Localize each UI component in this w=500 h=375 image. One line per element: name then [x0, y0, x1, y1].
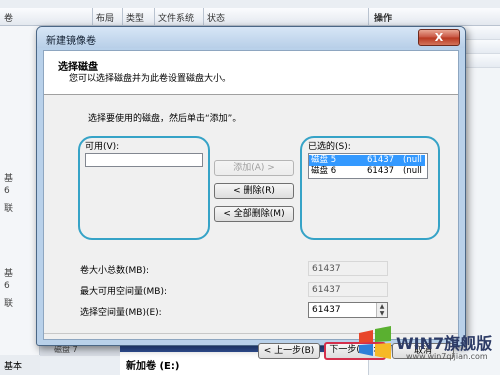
dialog-titlebar[interactable]: 新建镜像卷 X [37, 27, 465, 48]
disk-type-label: 基本 [4, 362, 23, 372]
watermark: WIN7旗舰版 www.win7qijian.com [350, 318, 500, 375]
space-amount-stepper[interactable]: 61437 ▲ ▼ [308, 302, 388, 318]
dialog-title: 新建镜像卷 [46, 36, 96, 47]
max-space-value: 61437 [308, 282, 388, 297]
actions-header: 操作 [374, 14, 393, 24]
disk-size: 61437 [367, 155, 395, 165]
selected-group: 已选的(S): 磁盘 5 61437 (null 磁盘 6 61437 (nul… [304, 137, 436, 239]
dialog-content: 选择磁盘 您可以选择磁盘并为此卷设置磁盘大小。 选择要使用的磁盘，然后单击“添加… [43, 50, 459, 360]
column-status[interactable]: 状态 [207, 11, 225, 24]
remove-button[interactable]: < 删除(R) [214, 183, 294, 199]
disk-label: 基 [4, 174, 14, 184]
volume-name: 新加卷 (E:) [126, 361, 180, 372]
chevron-up-icon[interactable]: ▲ [377, 303, 387, 310]
disk-label: 基 [4, 269, 14, 279]
selected-disk-row[interactable]: 磁盘 6 61437 (null [309, 166, 425, 177]
disk-name: 磁盘 5 [311, 155, 337, 165]
remove-all-button[interactable]: < 全部删除(M) [214, 206, 294, 222]
available-disk-list[interactable] [85, 153, 203, 167]
disk-size: 61437 [367, 166, 395, 176]
disk-label: 联 [4, 204, 14, 214]
watermark-brand: WIN7旗舰版 [396, 334, 493, 353]
disk-row-label: 基本 [0, 355, 40, 375]
select-space-label: 选择空间量(MB)(E): [80, 308, 162, 318]
space-amount-value: 61437 [312, 305, 341, 315]
add-button[interactable]: 添加(A) > [214, 160, 294, 176]
disk-extra: (null [403, 166, 422, 176]
chevron-down-icon[interactable]: ▼ [377, 310, 387, 317]
total-size-value: 61437 [308, 261, 388, 276]
selected-disk-row[interactable]: 磁盘 5 61437 (null [309, 155, 425, 166]
disk-name: 磁盘 6 [311, 166, 337, 176]
column-type[interactable]: 类型 [126, 11, 144, 24]
column-volume[interactable]: 卷 [4, 11, 13, 24]
volume-list-header: 卷 布局 类型 文件系统 状态 操作 [0, 8, 500, 26]
disk-list-panel: 基 6 联 基 6 联 [0, 26, 40, 375]
disk-label: 6 [4, 281, 10, 291]
close-button[interactable]: X [418, 29, 460, 46]
selected-disk-list[interactable]: 磁盘 5 61437 (null 磁盘 6 61437 (null [308, 153, 428, 179]
instruction-text: 选择要使用的磁盘，然后单击“添加”。 [88, 114, 242, 124]
disk-extra: (null [403, 155, 422, 165]
available-label: 可用(V): [85, 142, 120, 152]
disk-label: 联 [4, 299, 14, 309]
stepper-arrows[interactable]: ▲ ▼ [376, 303, 387, 317]
page-subtitle: 您可以选择磁盘并为此卷设置磁盘大小。 [69, 74, 232, 84]
max-space-label: 最大可用空间量(MB): [80, 287, 167, 297]
disk-label: 6 [4, 186, 10, 196]
selected-label: 已选的(S): [308, 142, 351, 152]
new-mirrored-volume-dialog: 新建镜像卷 X 选择磁盘 您可以选择磁盘并为此卷设置磁盘大小。 选择要使用的磁盘… [36, 26, 466, 360]
column-filesystem[interactable]: 文件系统 [158, 11, 194, 24]
column-layout[interactable]: 布局 [96, 11, 114, 24]
watermark-url: www.win7qijian.com [406, 352, 488, 361]
windows-logo-icon [359, 326, 391, 359]
available-group: 可用(V): [81, 137, 207, 239]
back-button[interactable]: < 上一步(B) [258, 343, 320, 359]
wizard-header: 选择磁盘 您可以选择磁盘并为此卷设置磁盘大小。 [44, 51, 458, 95]
total-size-label: 卷大小总数(MB): [80, 266, 149, 276]
